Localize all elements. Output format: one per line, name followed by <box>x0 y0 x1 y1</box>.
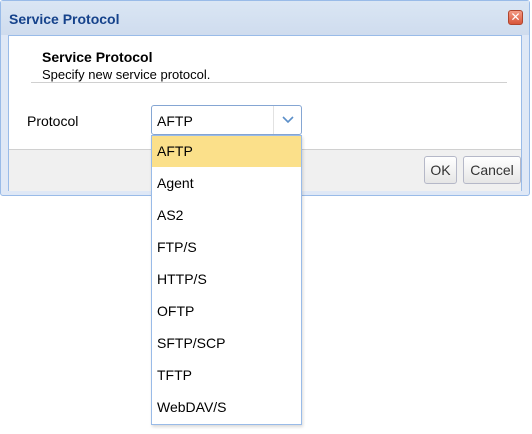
dialog-title: Service Protocol <box>9 11 120 27</box>
protocol-select[interactable]: AFTP <box>151 105 302 135</box>
option-tftp[interactable]: TFTP <box>152 360 301 391</box>
option-webdavs[interactable]: WebDAV/S <box>152 392 301 423</box>
chevron-down-icon[interactable] <box>273 106 301 134</box>
option-sftp-scp[interactable]: SFTP/SCP <box>152 328 301 359</box>
protocol-label: Protocol <box>27 113 79 129</box>
ok-button[interactable]: OK <box>424 156 457 184</box>
option-https[interactable]: HTTP/S <box>152 264 301 295</box>
option-ftps[interactable]: FTP/S <box>152 232 301 263</box>
option-as2[interactable]: AS2 <box>152 200 301 231</box>
protocol-dropdown-list: AFTP Agent AS2 FTP/S HTTP/S OFTP SFTP/SC… <box>151 135 302 425</box>
close-icon[interactable]: ✕ <box>508 10 523 25</box>
option-oftp[interactable]: OFTP <box>152 296 301 327</box>
option-agent[interactable]: Agent <box>152 168 301 199</box>
option-aftp[interactable]: AFTP <box>152 136 301 167</box>
section-divider <box>31 82 507 83</box>
cancel-button[interactable]: Cancel <box>463 156 521 184</box>
dialog-titlebar[interactable]: Service Protocol ✕ <box>1 1 529 35</box>
section-heading: Service Protocol <box>42 49 153 65</box>
protocol-select-value: AFTP <box>157 113 193 129</box>
section-subheading: Specify new service protocol. <box>42 67 211 82</box>
